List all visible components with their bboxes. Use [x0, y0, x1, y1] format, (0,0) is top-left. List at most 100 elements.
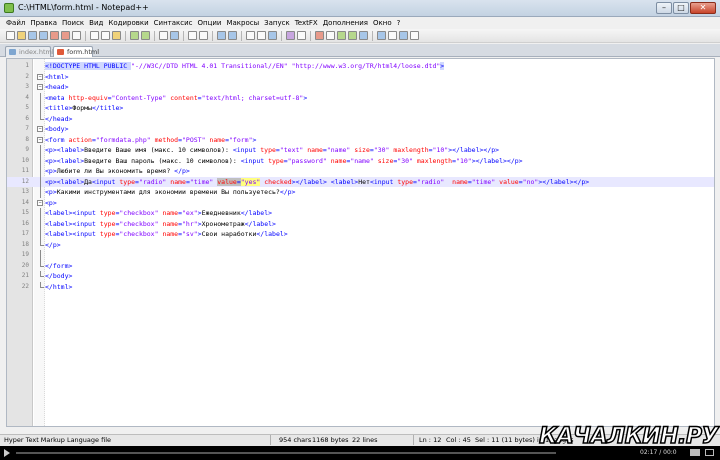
code-line[interactable]: 6 </head> [7, 113, 714, 125]
code-line[interactable]: 18 </p> [7, 239, 714, 251]
sync-vertical-icon[interactable] [217, 31, 226, 40]
copy-icon[interactable] [101, 31, 110, 40]
code-token: "name" [326, 146, 351, 154]
code-token: <body> [45, 125, 69, 133]
fold-toggle-icon[interactable]: − [37, 199, 43, 206]
code-line[interactable]: 15 <label><input type="checkbox" name="ex… [7, 208, 714, 219]
open-file-icon[interactable] [17, 31, 26, 40]
word-wrap-icon[interactable] [246, 31, 255, 40]
code-token: name [307, 146, 323, 154]
close-file-icon[interactable] [50, 31, 59, 40]
indent-guide-icon[interactable] [268, 31, 277, 40]
code-token: </title> [91, 104, 124, 112]
minimize-button[interactable]: – [656, 2, 672, 14]
menu-item[interactable]: Вид [89, 17, 108, 29]
save-macro-icon[interactable] [359, 31, 368, 40]
zoom-in-icon[interactable] [188, 31, 197, 40]
code-line[interactable]: 2 − <html> [7, 72, 714, 83]
code-line[interactable]: 16 <label><input type="checkbox" name="hr… [7, 218, 714, 229]
code-line[interactable]: 22 </html> [7, 281, 714, 293]
show-all-chars-icon[interactable] [257, 31, 266, 40]
code-line[interactable]: 20 </form> [7, 260, 714, 272]
code-line[interactable]: 12 <p><label>Да<input type="radio" name="… [7, 176, 714, 187]
menu-item[interactable]: Дополнения [323, 17, 373, 29]
menu-item[interactable]: Синтаксис [154, 17, 198, 29]
save-icon[interactable] [28, 31, 37, 40]
code-line[interactable]: 10 <p><label>Введите Ваш пароль (макс. 10… [7, 155, 714, 166]
fullscreen-icon[interactable] [705, 449, 714, 456]
redo-icon[interactable] [141, 31, 150, 40]
menu-item[interactable]: Правка [30, 17, 62, 29]
code-token: "10" [432, 146, 449, 154]
line-number: 1 [25, 62, 29, 69]
code-text: <p>Какими инструментами для экономии вре… [45, 187, 295, 198]
plugin-icon[interactable] [388, 31, 397, 40]
code-line[interactable]: 1 <!DOCTYPE HTML PUBLIC "-//W3C//DTD HTML… [7, 61, 714, 72]
code-editor[interactable]: 1 <!DOCTYPE HTML PUBLIC "-//W3C//DTD HTML… [6, 58, 715, 427]
volume-icon[interactable] [690, 449, 700, 456]
menu-item[interactable]: ? [397, 17, 406, 29]
fold-toggle-icon[interactable]: − [37, 136, 43, 143]
title-bar: C:\HTML\form.html - Notepad++ – □ ✕ [0, 0, 720, 17]
tab-index-html[interactable]: index.html [5, 46, 54, 57]
fold-toggle-icon[interactable]: − [37, 126, 43, 132]
plugin-icon[interactable] [399, 31, 408, 40]
save-all-icon[interactable] [39, 31, 48, 40]
record-macro-icon[interactable] [315, 31, 324, 40]
run-macro-multiple-icon[interactable] [348, 31, 357, 40]
new-file-icon[interactable] [6, 31, 15, 40]
menu-item[interactable]: Окно [373, 17, 397, 29]
code-line[interactable]: 11 <p>Любите ли Вы экономить время? </p> [7, 166, 714, 177]
code-token: type [260, 146, 276, 154]
language-icon[interactable] [286, 31, 295, 40]
line-number: 5 [25, 104, 29, 111]
menu-bar: Файл Правка Поиск Вид Кодировки Синтаксис Опци… [0, 17, 720, 29]
code-line[interactable]: 21 </body> [7, 271, 714, 282]
code-token: <!DOCTYPE HTML PUBLIC [45, 62, 132, 70]
play-icon[interactable] [4, 449, 10, 457]
find-icon[interactable] [159, 31, 168, 40]
tab-form-html[interactable]: form.html [53, 46, 99, 57]
code-line[interactable]: 14 − <p> [7, 198, 714, 209]
code-line[interactable]: 7 − <body> [7, 124, 714, 135]
replace-icon[interactable] [170, 31, 179, 40]
fold-toggle-icon[interactable]: − [37, 84, 43, 90]
code-line[interactable]: 8 − <form action="formdata.php" method="PO… [7, 135, 714, 146]
stop-macro-icon[interactable] [326, 31, 335, 40]
menu-item[interactable]: Опции [198, 17, 227, 29]
plugin-icon[interactable] [377, 31, 386, 40]
menu-item[interactable]: Макросы [226, 17, 264, 29]
menu-item[interactable]: Файл [6, 17, 30, 29]
style-icon[interactable] [297, 31, 306, 40]
code-token: "hr" [182, 219, 198, 228]
print-icon[interactable] [72, 31, 81, 40]
plugin-icon[interactable] [410, 31, 419, 40]
play-macro-icon[interactable] [337, 31, 346, 40]
code-line[interactable]: 19 [7, 250, 714, 261]
paste-icon[interactable] [112, 31, 121, 40]
menu-item[interactable]: Запуск [264, 17, 295, 29]
code-line[interactable]: 4 <meta http-equiv="Content-Type" content… [7, 92, 714, 103]
code-line[interactable]: 3 − <head> [7, 82, 714, 93]
close-button[interactable]: ✕ [690, 2, 716, 14]
code-line[interactable]: 13 <p>Какими инструментами для экономии в… [7, 187, 714, 198]
code-line[interactable]: 9 <p><label>Введите Ваше имя (макс. 10 си… [7, 145, 714, 156]
code-line[interactable]: 17 <label><input type="checkbox" name="sv… [7, 229, 714, 240]
fold-toggle-icon[interactable]: − [37, 73, 43, 80]
maximize-button[interactable]: □ [673, 2, 689, 14]
cut-icon[interactable] [90, 31, 99, 40]
menu-item[interactable]: Поиск [62, 17, 89, 29]
undo-icon[interactable] [130, 31, 139, 40]
line-number: 19 [21, 251, 29, 258]
close-all-icon[interactable] [61, 31, 70, 40]
menu-item[interactable]: TextFX [295, 17, 323, 29]
code-token: <input [91, 177, 120, 186]
status-divider [270, 435, 271, 445]
code-line[interactable]: 5 <title>Формы</title> [7, 103, 714, 114]
progress-track[interactable] [16, 452, 556, 454]
fold-guide [39, 145, 41, 156]
sync-horizontal-icon[interactable] [228, 31, 237, 40]
zoom-out-icon[interactable] [199, 31, 208, 40]
menu-item[interactable]: Кодировки [108, 17, 153, 29]
